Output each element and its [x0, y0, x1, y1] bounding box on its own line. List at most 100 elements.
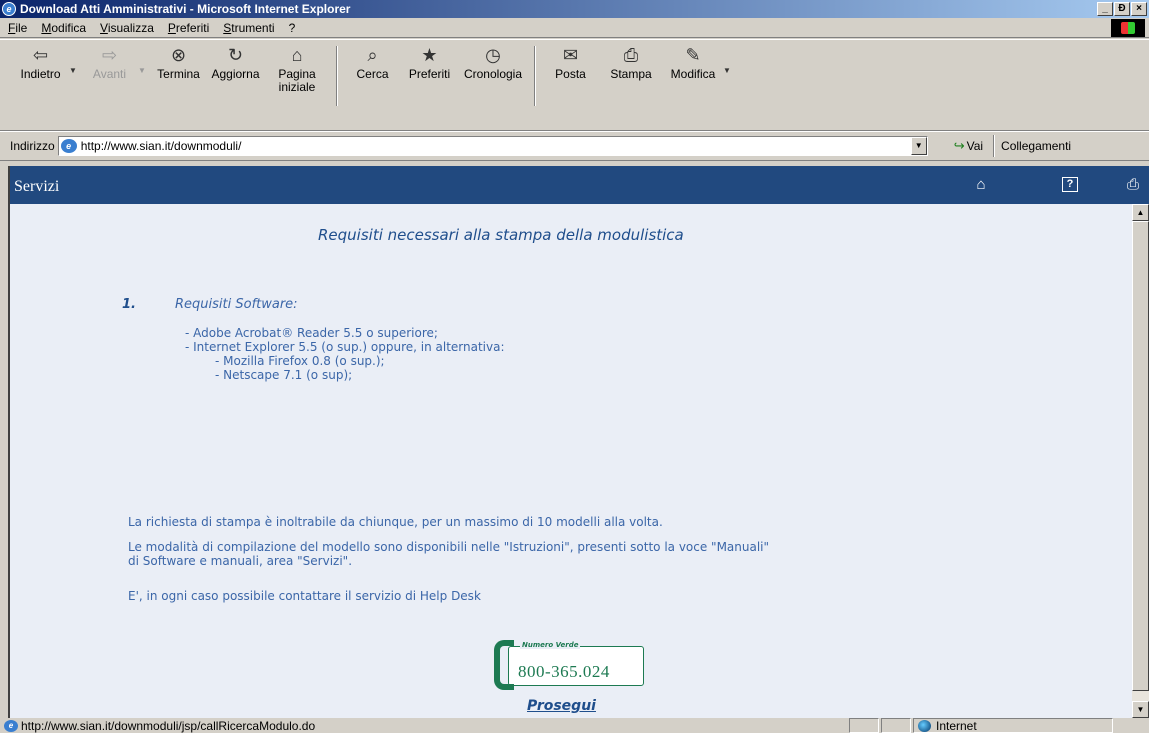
history-label: Cronologia [463, 67, 523, 81]
list-item: - Mozilla Firefox 0.8 (o sup.); [215, 354, 385, 368]
edit-button[interactable]: ✎ Modifica [663, 40, 723, 132]
links-separator [993, 135, 996, 157]
edit-icon: ✎ [685, 45, 701, 65]
instructions-line: Le modalità di compilazione del modello … [128, 540, 770, 554]
go-arrow-icon: ↪ [953, 138, 965, 153]
instructions-text: Le modalità di compilazione del modello … [128, 540, 1028, 568]
address-label: Indirizzo [10, 139, 55, 153]
favorites-icon: ★ [421, 45, 438, 65]
history-icon: ◷ [485, 45, 501, 65]
ie-logo-icon: e [2, 2, 16, 16]
toolbar-separator [336, 46, 338, 106]
site-brand: Servizi [14, 178, 60, 195]
instructions-line: di Software e manuali, area "Servizi". [128, 554, 353, 568]
mail-icon: ✉ [562, 45, 579, 65]
search-button[interactable]: ⌕ Cerca [344, 40, 401, 132]
links-button[interactable]: Collegamenti [1001, 139, 1071, 153]
menu-help[interactable]: ? [289, 21, 296, 35]
status-pane [881, 718, 911, 733]
menu-preferiti[interactable]: Preferiti [168, 21, 209, 35]
maximize-button[interactable]: Ɖ [1114, 2, 1130, 16]
status-text: http://www.sian.it/downmoduli/jsp/callRi… [21, 718, 316, 733]
favorites-label: Preferiti [408, 67, 451, 81]
standard-toolbar: ⇦ Indietro ▼ ⇨ Avanti ▼ ⊗ Termina ↻ Aggi… [0, 39, 1149, 131]
menu-bar: File Modifica Visualizza Preferiti Strum… [0, 18, 1149, 38]
print-icon[interactable]: ⎙ [1124, 177, 1142, 193]
windows-logo-icon [1111, 19, 1145, 37]
status-pane [849, 718, 879, 733]
toll-free-badge: Numero Verde 800-365.024 [494, 638, 648, 690]
window-controls: _ Ɖ × [1096, 2, 1147, 16]
vertical-scrollbar[interactable]: ▲ ▼ [1132, 204, 1149, 718]
help-icon[interactable]: ? [1062, 177, 1078, 192]
home-label: Pagina iniziale [278, 67, 316, 94]
mail-label: Posta [555, 67, 586, 81]
home-icon: ⌂ [291, 45, 303, 65]
address-bar: Indirizzo e http://www.sian.it/downmodul… [0, 131, 1149, 161]
back-button[interactable]: ⇦ Indietro [12, 40, 69, 132]
forward-arrow-icon: ⇨ [101, 45, 118, 65]
stop-button[interactable]: ⊗ Termina [150, 40, 207, 132]
stop-label: Termina [157, 67, 200, 81]
requirements-list: - Adobe Acrobat® Reader 5.5 o superiore;… [185, 326, 505, 382]
phone-handset-icon [494, 640, 514, 690]
menu-visualizza[interactable]: Visualizza [100, 21, 154, 35]
zone-label: Internet [936, 718, 977, 733]
mail-button[interactable]: ✉ Posta [542, 40, 599, 132]
address-dropdown-button[interactable]: ▼ [910, 137, 927, 155]
menu-strumenti[interactable]: Strumenti [223, 21, 274, 35]
forward-dropdown-icon[interactable]: ▼ [138, 40, 150, 132]
print-icon: ⎙ [623, 45, 639, 65]
page-viewport: Servizi ⌂ ? ⎙ Requisiti necessari alla s… [8, 166, 1149, 718]
stop-icon: ⊗ [170, 45, 187, 65]
security-zone: Internet [913, 718, 1113, 733]
toll-free-label: Numero Verde [520, 641, 581, 649]
internet-globe-icon [918, 719, 931, 732]
edit-label: Modifica [670, 67, 716, 81]
menu-file[interactable]: File [8, 21, 27, 35]
page-heading: Requisiti necessari alla stampa della mo… [318, 226, 684, 244]
toll-free-number: 800-365.024 [518, 662, 610, 681]
list-item: - Adobe Acrobat® Reader 5.5 o superiore; [185, 326, 438, 340]
refresh-button[interactable]: ↻ Aggiorna [207, 40, 264, 132]
proceed-link[interactable]: Prosegui [527, 698, 596, 714]
close-button[interactable]: × [1131, 2, 1147, 16]
print-button[interactable]: ⎙ Stampa [599, 40, 663, 132]
back-dropdown-icon[interactable]: ▼ [69, 40, 81, 132]
refresh-label: Aggiorna [211, 67, 260, 81]
address-input[interactable]: e http://www.sian.it/downmoduli/ ▼ [57, 136, 928, 156]
minimize-button[interactable]: _ [1097, 2, 1113, 16]
home-button[interactable]: ⌂ Pagina iniziale [264, 40, 330, 132]
go-label: Vai [966, 139, 984, 153]
site-header: Servizi ⌂ ? ⎙ [10, 166, 1149, 204]
forward-button[interactable]: ⇨ Avanti [81, 40, 138, 132]
list-item: - Netscape 7.1 (o sup); [215, 368, 353, 382]
back-label: Indietro [20, 67, 61, 81]
home-icon[interactable]: ⌂ [972, 177, 990, 193]
edit-dropdown-icon[interactable]: ▼ [723, 40, 735, 132]
status-bar: e http://www.sian.it/downmoduli/jsp/call… [0, 718, 1149, 733]
refresh-icon: ↻ [227, 45, 244, 65]
menu-modifica[interactable]: Modifica [41, 21, 86, 35]
help-desk-text: E', in ogni caso possibile contattare il… [128, 589, 481, 603]
window-title-bar[interactable]: e Download Atti Amministrativi - Microso… [0, 0, 1149, 18]
history-button[interactable]: ◷ Cronologia [458, 40, 528, 132]
page-content: Requisiti necessari alla stampa della mo… [10, 204, 1134, 718]
search-icon: ⌕ [367, 45, 378, 65]
go-button[interactable]: ↪ Vai [954, 138, 983, 154]
scroll-down-button[interactable]: ▼ [1132, 701, 1149, 718]
forward-label: Avanti [92, 67, 127, 81]
scroll-thumb[interactable] [1132, 221, 1149, 691]
list-item: - Internet Explorer 5.5 (o sup.) oppure,… [185, 340, 505, 354]
window-title: Download Atti Amministrativi - Microsoft… [20, 2, 351, 16]
scroll-up-button[interactable]: ▲ [1132, 204, 1149, 221]
section-number: 1. [122, 297, 136, 312]
page-icon: e [60, 139, 77, 153]
favorites-button[interactable]: ★ Preferiti [401, 40, 458, 132]
address-url[interactable]: http://www.sian.it/downmoduli/ [81, 139, 242, 153]
print-label: Stampa [610, 67, 652, 81]
print-request-text: La richiesta di stampa è inoltrabile da … [128, 515, 663, 529]
back-arrow-icon: ⇦ [32, 45, 49, 65]
page-loading-icon: e [4, 719, 18, 732]
toolbar-separator [534, 46, 536, 106]
